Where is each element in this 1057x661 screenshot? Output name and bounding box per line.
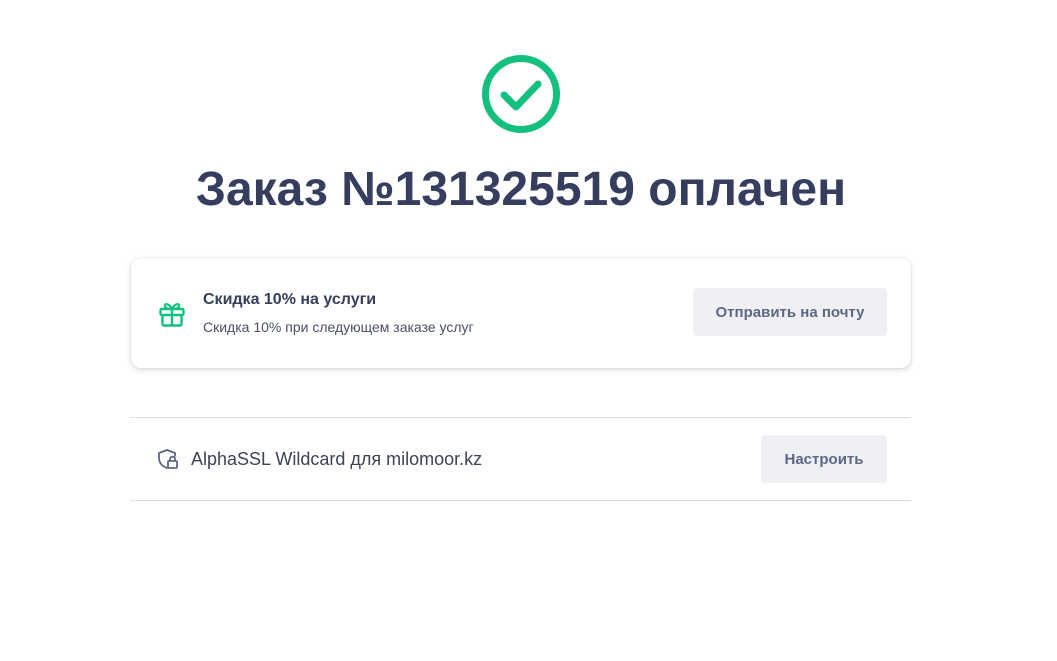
check-circle-icon <box>482 55 560 133</box>
product-name: AlphaSSL Wildcard для milomoor.kz <box>191 449 483 469</box>
shield-lock-icon <box>158 449 178 469</box>
divider <box>130 500 911 501</box>
configure-button[interactable]: Настроить <box>761 435 887 483</box>
promo-subtitle: Скидка 10% при следующем заказе услуг <box>203 319 474 335</box>
order-success-page: Заказ №131325519 оплачен Скидка 10% на у… <box>0 0 1057 661</box>
promo-title: Скидка 10% на услуги <box>203 291 377 308</box>
gift-icon <box>159 303 185 327</box>
discount-promo-card: Скидка 10% на услуги Скидка 10% при след… <box>131 258 911 368</box>
page-title: Заказ №131325519 оплачен <box>195 163 847 216</box>
send-to-email-button[interactable]: Отправить на почту <box>693 288 887 336</box>
product-row: AlphaSSL Wildcard для milomoor.kz Настро… <box>130 418 911 500</box>
